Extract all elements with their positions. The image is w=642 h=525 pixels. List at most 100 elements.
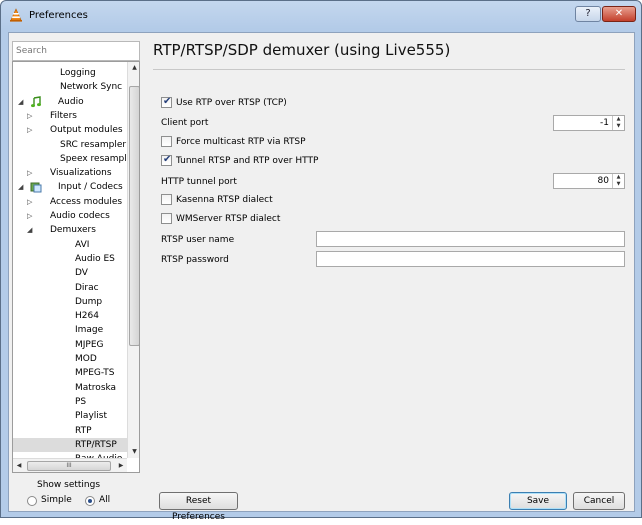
tree-item-label: Audio [58,96,84,107]
http-tunnel-port-value[interactable]: 80 [598,176,609,186]
tree-item[interactable]: Image [13,323,127,337]
scroll-left-arrow-icon[interactable]: ◀ [13,459,25,472]
show-settings-label: Show settings [37,480,101,490]
tree-item-label: Network Sync [60,82,123,93]
simple-radio[interactable] [27,496,37,506]
use-rtp-over-rtsp-label[interactable]: Use RTP over RTSP (TCP) [176,98,287,108]
tree-item[interactable]: ▷ Filters [13,109,127,123]
tree-item-label: Audio ES [75,253,115,264]
tree-item-label: Logging [60,68,96,78]
tree-item-label: Dirac [75,282,99,293]
rtsp-password-input[interactable] [316,251,625,267]
tunnel-rtsp-checkbox[interactable] [161,154,172,166]
tree-item[interactable]: AVI [13,238,127,252]
rtsp-user-name-label: RTSP user name [161,235,235,245]
spin-up-icon[interactable]: ▲ [613,116,624,123]
category-tree[interactable]: Logging Network Sync ◢ Audio ▷ Filters ▷ Output… [12,61,140,473]
force-multicast-checkbox[interactable] [161,136,172,147]
all-radio-label[interactable]: All [99,495,110,505]
wmserver-label[interactable]: WMServer RTSP dialect [176,214,280,224]
tree-item[interactable]: ▷ Access modules [13,195,127,209]
expand-triangle-icon[interactable]: ◢ [27,223,32,237]
collapse-triangle-icon[interactable]: ▷ [27,195,32,209]
close-button[interactable]: ✕ [602,6,636,22]
wmserver-checkbox[interactable] [161,213,172,224]
tree-item[interactable]: MOD [13,352,127,366]
tree-horizontal-scrollbar[interactable]: ◀ III ▶ [13,458,127,472]
save-button[interactable]: Save [509,492,567,510]
search-input[interactable]: Search [12,41,140,61]
tree-item[interactable]: Network Sync [13,80,127,94]
tunnel-rtsp-label[interactable]: Tunnel RTSP and RTP over HTTP [176,156,318,166]
tree-item[interactable]: Playlist [13,409,127,423]
tree-item[interactable]: MPEG-TS [13,366,127,380]
tree-item[interactable]: MJPEG [13,338,127,352]
spin-down-icon[interactable]: ▼ [613,181,624,188]
spin-up-icon[interactable]: ▲ [613,174,624,181]
scroll-up-arrow-icon[interactable]: ▲ [128,62,139,74]
simple-radio-label[interactable]: Simple [41,495,72,505]
tree-item[interactable]: PS [13,395,127,409]
tree-item-label: Access modules [50,196,123,207]
tree-item-label: H264 [75,311,99,322]
tree-item[interactable]: Logging [13,66,127,80]
collapse-triangle-icon[interactable]: ▷ [27,209,32,223]
client-port-value[interactable]: -1 [600,118,609,128]
tree-item-label: AVI [75,239,90,250]
tree-item-label: DV [75,268,88,279]
tree-item[interactable]: H264 [13,309,127,323]
tree-item-label: Matroska [75,382,117,393]
scroll-down-arrow-icon[interactable]: ▼ [128,446,139,458]
client-port-spinbox[interactable]: -1 ▲ ▼ [553,115,625,131]
all-radio[interactable] [85,496,95,506]
tree-item[interactable]: DV [13,266,127,280]
tree-item[interactable]: Dirac [13,281,127,295]
expand-triangle-icon[interactable]: ◢ [18,180,23,194]
tree-item-label: Filters [50,110,77,121]
vertical-scroll-thumb[interactable] [129,86,139,346]
force-multicast-label[interactable]: Force multicast RTP via RTSP [176,137,306,147]
collapse-triangle-icon[interactable]: ▷ [27,166,32,180]
reset-preferences-button[interactable]: Reset Preferences [159,492,238,522]
tree-item[interactable]: ◢ Demuxers [13,223,127,237]
expand-triangle-icon[interactable]: ◢ [18,95,23,109]
collapse-triangle-icon[interactable]: ▷ [27,109,32,123]
cancel-button[interactable]: Cancel [573,492,625,510]
help-button[interactable]: ? [575,6,601,22]
rtsp-user-name-input[interactable] [316,231,625,247]
tree-item[interactable]: RTP [13,424,127,438]
tree-vertical-scrollbar[interactable]: ▲ ▼ [127,62,139,458]
use-rtp-over-rtsp-checkbox[interactable] [161,96,172,108]
tree-item[interactable]: ◢ Input / Codecs [13,180,127,194]
tree-item-label: Demuxers [50,225,96,236]
input-codecs-icon [30,181,42,193]
tree-item-label: Input / Codecs [58,182,123,193]
title-bar: Preferences ? ✕ [1,1,641,31]
http-tunnel-port-label: HTTP tunnel port [161,177,237,187]
tree-item-label: Speex resampler [60,153,136,164]
collapse-triangle-icon[interactable]: ▷ [27,123,32,137]
tree-item[interactable]: ▷ Visualizations [13,166,127,180]
tree-item-label: Playlist [75,411,107,422]
kasenna-checkbox[interactable] [161,194,172,205]
tree-item[interactable]: RTP/RTSP [13,437,127,452]
tree-item[interactable]: Audio ES [13,252,127,266]
tree-item[interactable]: Matroska [13,381,127,395]
tree-item[interactable]: ▷ Audio codecs [13,209,127,223]
tree-item[interactable]: SRC resampler [13,138,127,152]
tree-item-label: Visualizations [50,168,112,179]
tree-item-label: RTP [75,425,92,436]
tree-item[interactable]: ◢ Audio [13,95,127,109]
spin-down-icon[interactable]: ▼ [613,123,624,130]
tree-item[interactable]: Speex resampler [13,152,136,166]
tree-item-label: RTP/RTSP [75,439,117,450]
client-port-label: Client port [161,118,209,128]
tree-item[interactable]: Dump [13,295,127,309]
tree-item-label: Output modules [50,125,123,136]
kasenna-label[interactable]: Kasenna RTSP dialect [176,195,273,205]
http-tunnel-port-spinbox[interactable]: 80 ▲ ▼ [553,173,625,189]
tree-item[interactable]: ▷ Output modules [13,123,127,137]
scroll-right-arrow-icon[interactable]: ▶ [115,459,127,472]
horizontal-scroll-thumb[interactable]: III [27,461,111,471]
vlc-cone-icon [10,8,22,22]
